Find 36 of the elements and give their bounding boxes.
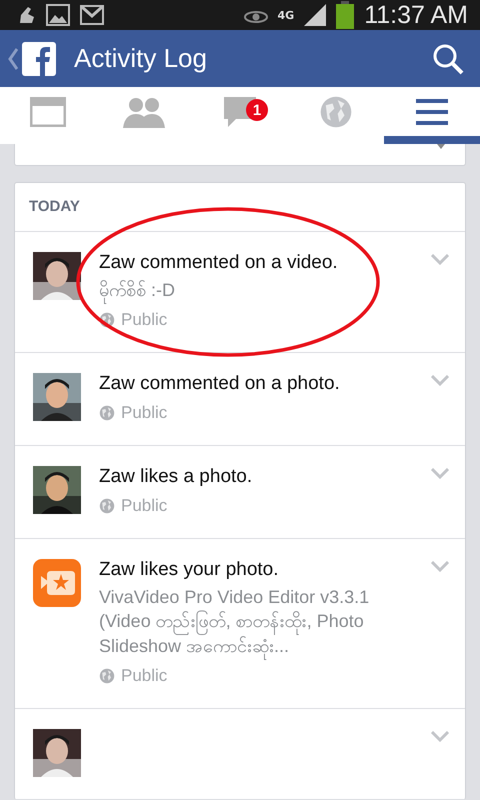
video-camera-icon — [33, 559, 81, 608]
page-title: Activity Log — [74, 43, 207, 74]
chevron-down-icon[interactable] — [431, 561, 449, 572]
activity-text: Zaw likes your photo. — [99, 559, 280, 582]
news-feed-icon — [30, 96, 66, 127]
privacy-label: Public — [121, 666, 168, 686]
globe-icon — [319, 94, 353, 129]
back-icon[interactable] — [8, 48, 18, 70]
globe-icon — [99, 498, 115, 514]
chevron-down-icon[interactable] — [431, 375, 449, 386]
menu-icon — [416, 98, 448, 125]
search-icon[interactable] — [432, 42, 464, 75]
activity-text: Zaw commented on a photo. — [99, 373, 341, 396]
image-icon — [46, 4, 70, 26]
mail-icon — [80, 5, 104, 26]
privacy-label: Public — [121, 310, 168, 330]
signal-icon — [304, 4, 326, 26]
notification-badge: 1 — [246, 99, 268, 122]
activity-detail: VivaVideo Pro Video Editor v3.3.1 (Video တည်းဖြတ်, စာတန်းထိုး, Photo Slideshow အကောင်းဆုံး... — [99, 585, 413, 658]
globe-icon — [99, 312, 115, 328]
privacy-label: Public — [121, 496, 168, 516]
chevron-down-icon[interactable] — [431, 468, 449, 480]
friends-icon — [123, 96, 165, 128]
clock: 11:37 AM — [364, 0, 468, 30]
chevron-down-icon[interactable] — [431, 730, 449, 742]
section-title: TODAY — [15, 182, 465, 232]
activity-text: Zaw likes a photo. — [99, 466, 254, 488]
activity-text: Zaw commented on a video. — [99, 252, 339, 274]
globe-icon — [99, 668, 115, 684]
activity-detail: မိုက်စိစ် :-D — [99, 278, 413, 302]
network-type: 4G — [278, 8, 294, 22]
logo-icon — [22, 42, 56, 76]
chevron-down-icon[interactable] — [431, 254, 449, 265]
battery-icon — [336, 1, 354, 30]
privacy-label: Public — [121, 403, 168, 424]
globe-icon — [99, 405, 115, 422]
